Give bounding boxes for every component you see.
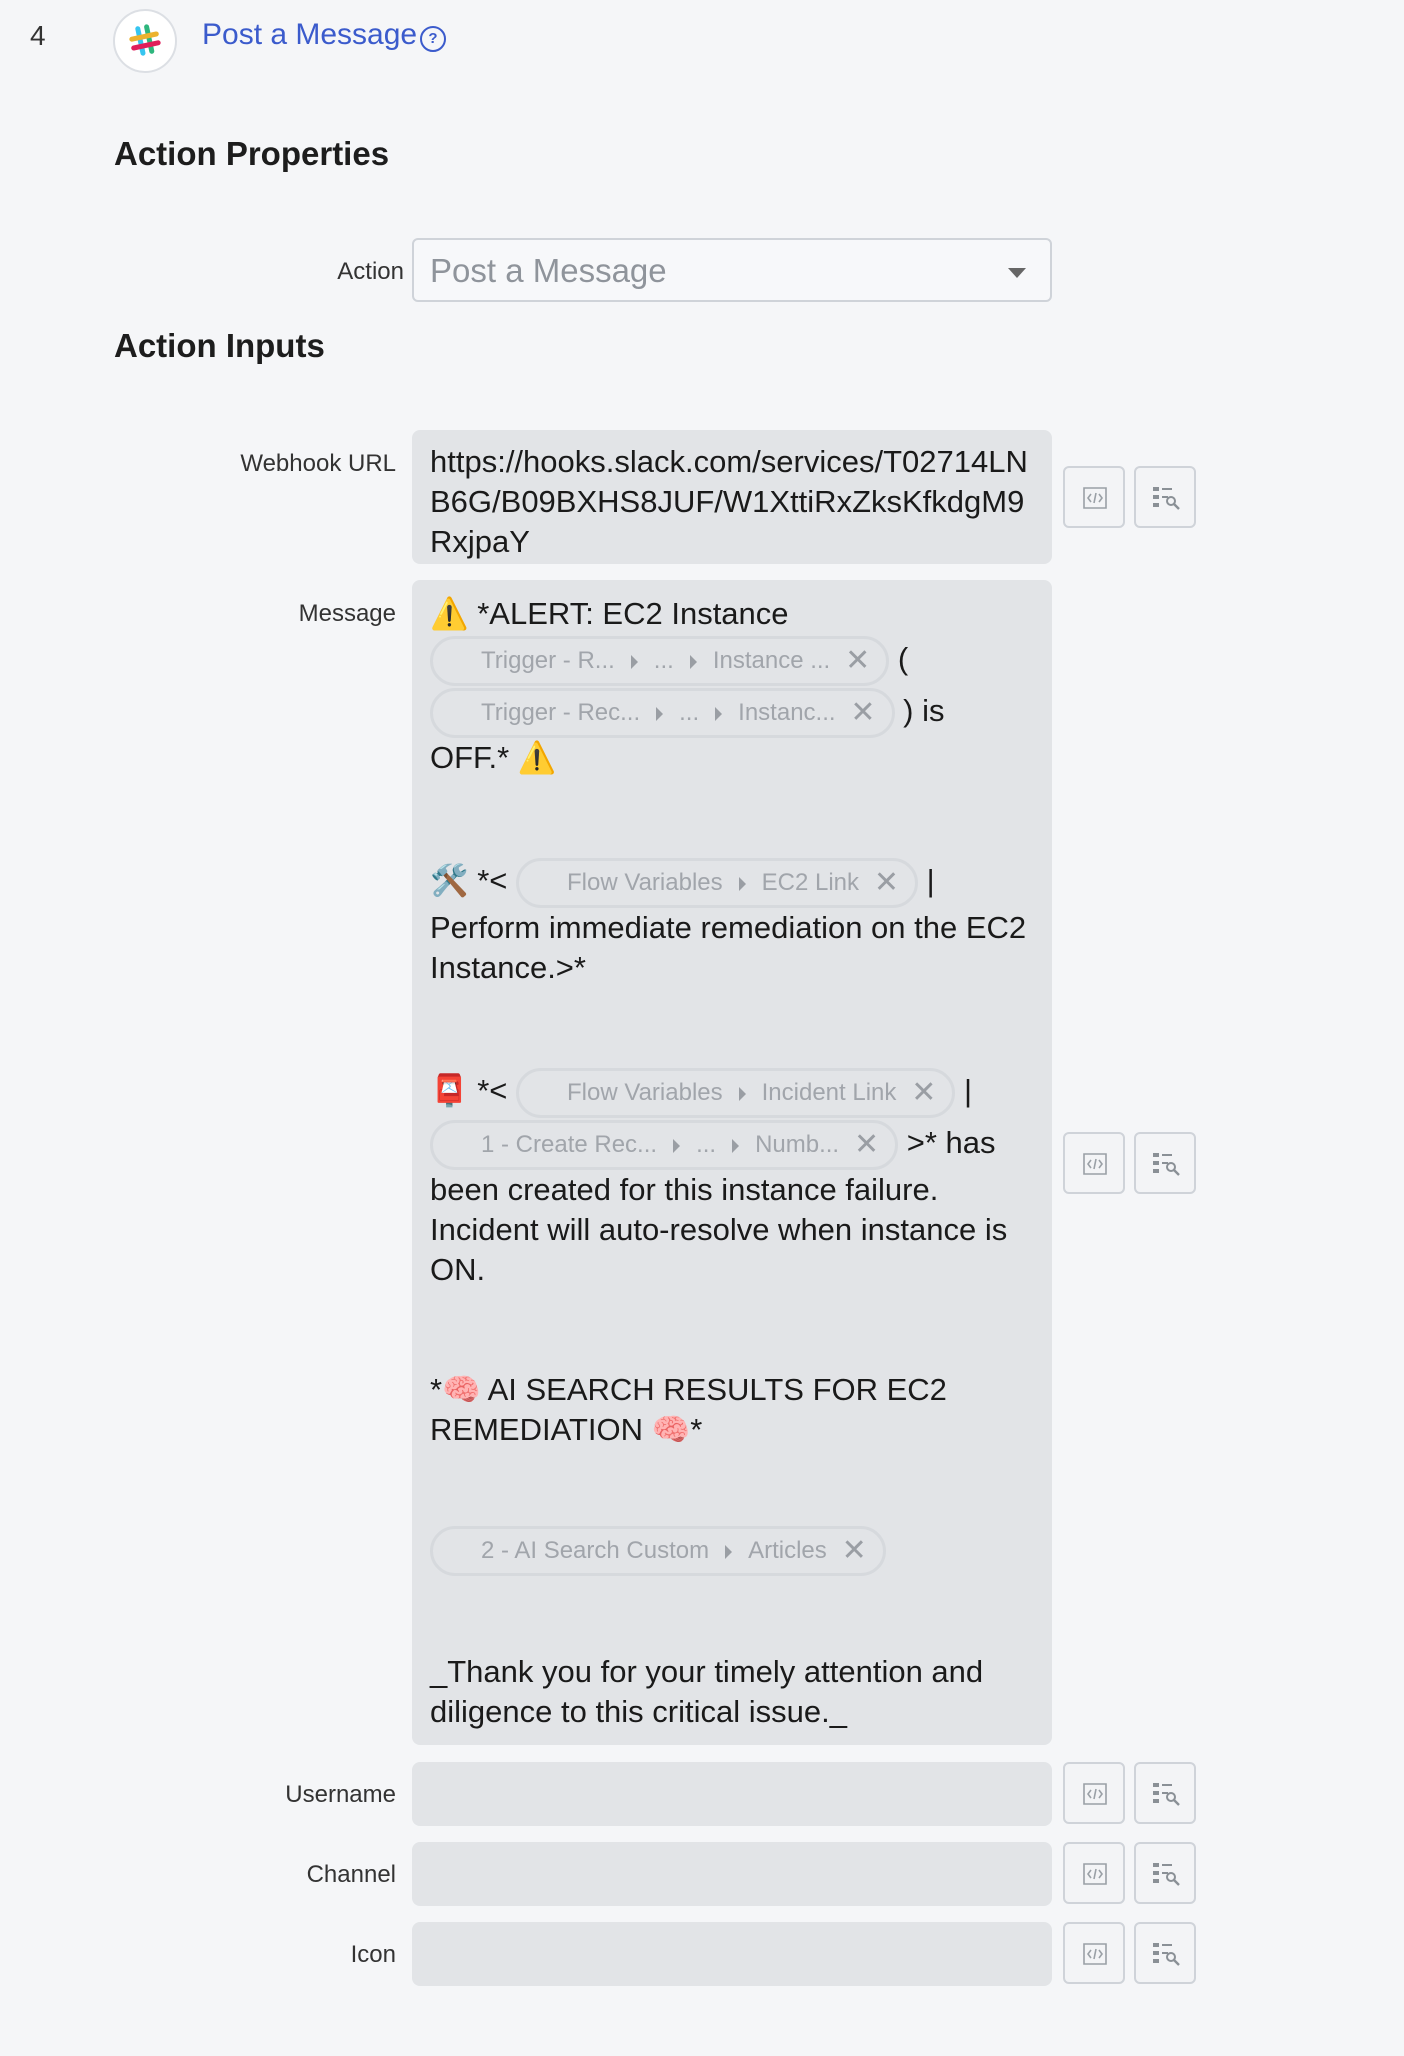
message-data-pill-button[interactable] (1134, 1132, 1196, 1194)
action-inputs-heading: Action Inputs (114, 327, 325, 364)
message-field[interactable]: ⚠️ *ALERT: EC2 Instance Trigger - R.....… (412, 580, 1052, 1745)
close-icon[interactable]: ✕ (911, 1071, 936, 1115)
help-circle-icon[interactable]: ? (420, 26, 446, 52)
message-ai-heading: *🧠 AI SEARCH RESULTS FOR EC2 REMEDIATION… (430, 1372, 947, 1447)
data-pill[interactable]: 1 - Create Rec...... Numb... ✕ (430, 1120, 899, 1170)
channel-data-pill-button[interactable] (1134, 1842, 1196, 1904)
message-line-alert: ⚠️ *ALERT: EC2 Instance (430, 596, 789, 631)
close-icon[interactable]: ✕ (854, 1123, 879, 1167)
data-pill-picker-icon (1153, 1943, 1180, 1966)
message-remediation-text: Perform immediate remediation on the EC2… (430, 910, 1027, 985)
icon-field[interactable] (412, 1922, 1052, 1986)
script-code-icon (1083, 1783, 1107, 1805)
script-code-icon (1083, 1153, 1107, 1175)
data-pill-picker-icon (1153, 1783, 1180, 1806)
data-pill[interactable]: Trigger - R...... Instance ... ✕ (430, 636, 890, 686)
channel-label: Channel (306, 1861, 396, 1888)
channel-field[interactable] (412, 1842, 1052, 1906)
data-pill[interactable]: 2 - AI Search Custom Articles ✕ (430, 1526, 886, 1576)
slack-logo-icon (113, 9, 177, 73)
action-label: Action (337, 258, 404, 285)
action-properties-heading: Action Properties (114, 135, 390, 172)
icon-data-pill-button[interactable] (1134, 1922, 1196, 1984)
message-thanks-text: _Thank you for your timely attention and… (430, 1654, 984, 1729)
data-pill-picker-icon (1153, 1863, 1180, 1886)
action-select-value: Post a Message (430, 252, 667, 289)
action-select[interactable]: Post a Message (412, 238, 1052, 302)
message-script-button[interactable] (1063, 1132, 1125, 1194)
data-pill[interactable]: Flow Variables Incident Link ✕ (516, 1068, 956, 1118)
username-data-pill-button[interactable] (1134, 1762, 1196, 1824)
data-pill-picker-icon (1153, 1153, 1180, 1176)
script-code-icon (1083, 1863, 1107, 1885)
close-icon[interactable]: ✕ (874, 861, 899, 905)
webhook-script-button[interactable] (1063, 466, 1125, 528)
script-code-icon (1083, 1943, 1107, 1965)
channel-script-button[interactable] (1063, 1842, 1125, 1904)
data-pill-picker-icon (1153, 487, 1180, 510)
webhook-url-label: Webhook URL (240, 450, 396, 477)
data-pill[interactable]: Flow Variables EC2 Link ✕ (516, 858, 919, 908)
step-title-link[interactable]: Post a Message (202, 18, 417, 52)
message-line-off: OFF.* ⚠️ (430, 740, 557, 775)
message-incident-text: been created for this instance failure. … (430, 1172, 1008, 1287)
script-code-icon (1083, 487, 1107, 509)
icon-script-button[interactable] (1063, 1922, 1125, 1984)
username-field[interactable] (412, 1762, 1052, 1826)
data-pill[interactable]: Trigger - Rec...... Instanc... ✕ (430, 688, 895, 738)
close-icon[interactable]: ✕ (850, 691, 875, 735)
step-number: 4 (30, 20, 46, 51)
message-label: Message (298, 600, 396, 627)
username-script-button[interactable] (1063, 1762, 1125, 1824)
webhook-url-field[interactable]: https://hooks.slack.com/services/T02714L… (412, 430, 1052, 564)
webhook-data-pill-button[interactable] (1134, 466, 1196, 528)
close-icon[interactable]: ✕ (845, 639, 870, 683)
username-label: Username (285, 1781, 396, 1808)
close-icon[interactable]: ✕ (842, 1529, 867, 1573)
icon-label: Icon (350, 1941, 396, 1968)
chevron-down-icon (1008, 268, 1026, 278)
